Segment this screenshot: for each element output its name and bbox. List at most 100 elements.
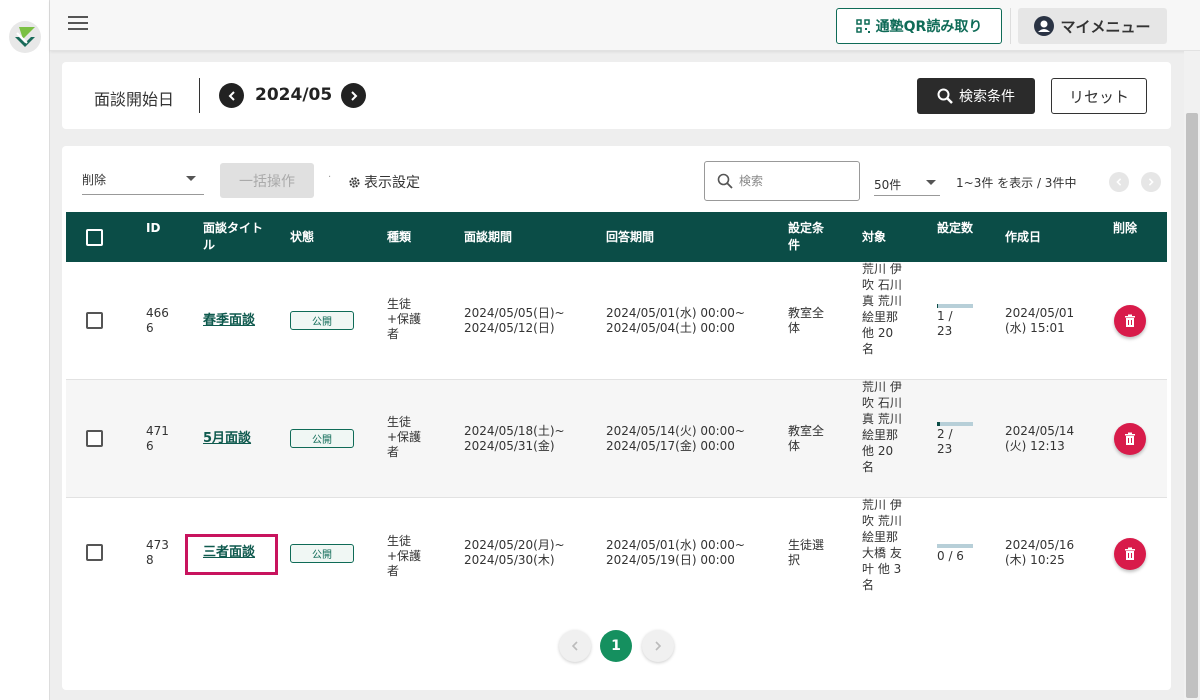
header-condition: 設定条件: [788, 221, 825, 252]
header-delete: 削除: [1113, 221, 1138, 235]
header-answer-period: 回答期間: [606, 230, 655, 244]
progress-bar: [937, 544, 973, 548]
interview-list-card: 削除 一括操作 · 表示設定 50件 1~3件 を表示 / 3件中 ID 面談タ…: [62, 146, 1171, 690]
bulk-operation-button[interactable]: 一括操作: [220, 163, 314, 198]
per-page-select[interactable]: 50件: [874, 170, 940, 196]
reset-button[interactable]: リセット: [1051, 78, 1147, 114]
chevron-right-icon: [350, 90, 357, 101]
search-icon: [717, 173, 733, 189]
row-answer-start: 2024/05/01(水) 00:00~: [606, 538, 745, 552]
next-month-button[interactable]: [341, 83, 366, 108]
my-menu-label: マイメニュー: [1060, 17, 1151, 36]
app-logo[interactable]: [9, 21, 41, 53]
table-search-field[interactable]: [704, 161, 860, 201]
progress-bar: [937, 422, 973, 426]
chevron-left-icon: [228, 90, 235, 101]
row-condition: 教室全体: [788, 306, 825, 335]
row-created-time: (木) 10:25: [1005, 553, 1065, 567]
row-interview-start: 2024/05/20(月)~: [464, 538, 565, 552]
table-header: ID 面談タイトル 状態 種類 面談期間 回答期間 設定条件 対象 設定数 作成…: [66, 212, 1167, 262]
display-settings-label: 表示設定: [364, 175, 420, 191]
row-created-time: (火) 12:13: [1005, 439, 1065, 453]
chevron-left-icon: [571, 641, 578, 651]
filter-card: 面談開始日 2024/05 検索条件 リセット: [62, 62, 1171, 129]
row-condition: 生徒選択: [788, 538, 825, 567]
qr-read-label: 通塾QR読み取り: [875, 19, 983, 35]
delete-button[interactable]: [1114, 538, 1146, 570]
row-target: 荒川 伊吹 石川 真 荒川 絵里那 他 20 名: [862, 380, 902, 474]
search-icon: [937, 88, 953, 104]
row-checkbox[interactable]: [86, 544, 103, 561]
prev-page-arrow[interactable]: [1109, 172, 1129, 192]
search-conditions-button[interactable]: 検索条件: [917, 78, 1035, 114]
trash-icon: [1125, 314, 1135, 327]
qr-read-button[interactable]: 通塾QR読み取り: [836, 8, 1002, 44]
highlight-box: [185, 534, 278, 575]
row-count: 1 / 23: [937, 309, 953, 338]
row-type: 生徒+保護者: [387, 534, 422, 578]
row-answer-start: 2024/05/01(水) 00:00~: [606, 306, 745, 320]
header-count: 設定数: [937, 221, 974, 235]
row-answer-end: 2024/05/17(金) 00:00: [606, 439, 735, 453]
left-rail: [0, 0, 50, 700]
row-interview-end: 2024/05/30(木): [464, 553, 555, 567]
row-checkbox[interactable]: [86, 430, 103, 447]
pagination-prev-button[interactable]: [559, 630, 591, 662]
pagination-next-button[interactable]: [642, 630, 674, 662]
row-count: 2 / 23: [937, 427, 953, 456]
row-interview-start: 2024/05/18(土)~: [464, 424, 565, 438]
current-month: 2024/05: [255, 85, 333, 105]
row-answer-end: 2024/05/04(土) 00:00: [606, 321, 735, 335]
progress-fill: [937, 304, 939, 308]
row-id: 4738: [146, 538, 169, 567]
scrollbar-thumb[interactable]: [1186, 113, 1198, 698]
progress-fill: [937, 422, 941, 426]
chevron-right-icon: [655, 641, 662, 651]
toolbar-dot-separator: ·: [328, 172, 332, 183]
table-search-input[interactable]: [739, 174, 839, 188]
delete-button[interactable]: [1114, 305, 1146, 337]
row-target: 荒川 伊吹 石川 真 荒川 絵里那 他 20 名: [862, 262, 902, 356]
chevron-right-icon: [1148, 178, 1154, 186]
per-page-value: 50件: [874, 178, 902, 192]
table-row: 4716 5月面談 公開 生徒+保護者 2024/05/18(土)~ 2024/…: [66, 380, 1167, 498]
bulk-action-value: 削除: [82, 173, 107, 187]
bulk-action-select[interactable]: 削除: [82, 165, 204, 195]
delete-button[interactable]: [1114, 423, 1146, 455]
gear-icon: [349, 176, 360, 188]
header-interview-period: 面談期間: [464, 230, 513, 244]
interview-title-link[interactable]: 春季面談: [203, 313, 255, 328]
table-row: 4666 春季面談 公開 生徒+保護者 2024/05/05(日)~ 2024/…: [66, 262, 1167, 380]
row-created-date: 2024/05/16: [1005, 538, 1075, 552]
hamburger-menu-icon[interactable]: [68, 16, 88, 32]
topbar-divider: [1010, 8, 1011, 44]
header-type: 種類: [387, 230, 412, 244]
status-badge: 公開: [290, 544, 354, 563]
trash-icon: [1125, 547, 1135, 560]
next-page-arrow[interactable]: [1141, 172, 1161, 192]
account-circle-icon: [1034, 16, 1055, 36]
interview-title-link[interactable]: 5月面談: [203, 431, 251, 446]
page-scrollbar[interactable]: [1184, 51, 1200, 700]
search-conditions-label: 検索条件: [959, 89, 1015, 105]
prev-month-button[interactable]: [219, 83, 244, 108]
display-settings-button[interactable]: 表示設定: [348, 172, 420, 192]
dropdown-arrow-icon: [926, 180, 936, 185]
row-checkbox[interactable]: [86, 312, 103, 329]
row-id: 4666: [146, 306, 169, 335]
row-created-date: 2024/05/14: [1005, 424, 1075, 438]
status-badge: 公開: [290, 429, 354, 448]
row-type: 生徒+保護者: [387, 415, 422, 459]
pagination-page-1[interactable]: 1: [600, 630, 632, 662]
row-condition: 教室全体: [788, 424, 825, 453]
row-created-time: (水) 15:01: [1005, 321, 1065, 335]
progress-bar: [937, 304, 973, 308]
header-target: 対象: [862, 230, 887, 244]
my-menu-button[interactable]: マイメニュー: [1018, 8, 1167, 44]
row-answer-end: 2024/05/19(日) 00:00: [606, 553, 735, 567]
row-type: 生徒+保護者: [387, 297, 422, 341]
select-all-checkbox[interactable]: [86, 229, 103, 246]
date-filter-label: 面談開始日: [94, 90, 175, 109]
row-interview-start: 2024/05/05(日)~: [464, 306, 565, 320]
date-filter-divider: [199, 78, 200, 113]
